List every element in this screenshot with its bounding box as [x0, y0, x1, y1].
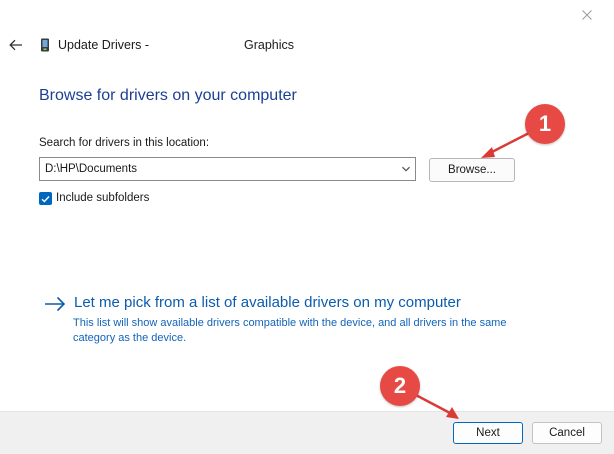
checkmark-icon — [41, 195, 50, 202]
annotation-badge-2: 2 — [380, 366, 420, 406]
device-name: Graphics — [244, 38, 295, 52]
pick-driver-link-text[interactable]: Let me pick from a list of available dri… — [74, 294, 461, 311]
close-button[interactable] — [560, 0, 614, 30]
search-location-label: Search for drivers in this location: — [39, 137, 210, 149]
close-icon — [582, 10, 592, 20]
search-location-combo[interactable]: D:\HP\Documents — [39, 157, 416, 181]
include-subfolders-checkbox[interactable] — [39, 192, 52, 205]
back-button[interactable] — [6, 34, 26, 56]
page-heading: Browse for drivers on your computer — [39, 87, 297, 104]
annotation-badge-1: 1 — [525, 104, 565, 144]
next-button[interactable]: Next — [453, 422, 523, 444]
browse-button[interactable]: Browse... — [429, 158, 515, 182]
back-arrow-icon — [9, 39, 22, 51]
annotation-arrows — [411, 130, 532, 419]
search-location-value[interactable]: D:\HP\Documents — [45, 163, 137, 175]
device-icon — [41, 38, 49, 52]
cancel-button[interactable]: Cancel — [532, 422, 602, 444]
update-drivers-window: Update Drivers - Graphics Browse for dri… — [0, 0, 614, 454]
include-subfolders-label[interactable]: Include subfolders — [56, 192, 149, 204]
annotation-arrow-1 — [481, 130, 532, 158]
window-title: Update Drivers - — [58, 38, 149, 52]
pick-driver-description: This list will show available drivers co… — [73, 317, 507, 344]
chevron-down-icon[interactable] — [401, 164, 411, 174]
right-arrow-icon — [45, 296, 66, 312]
